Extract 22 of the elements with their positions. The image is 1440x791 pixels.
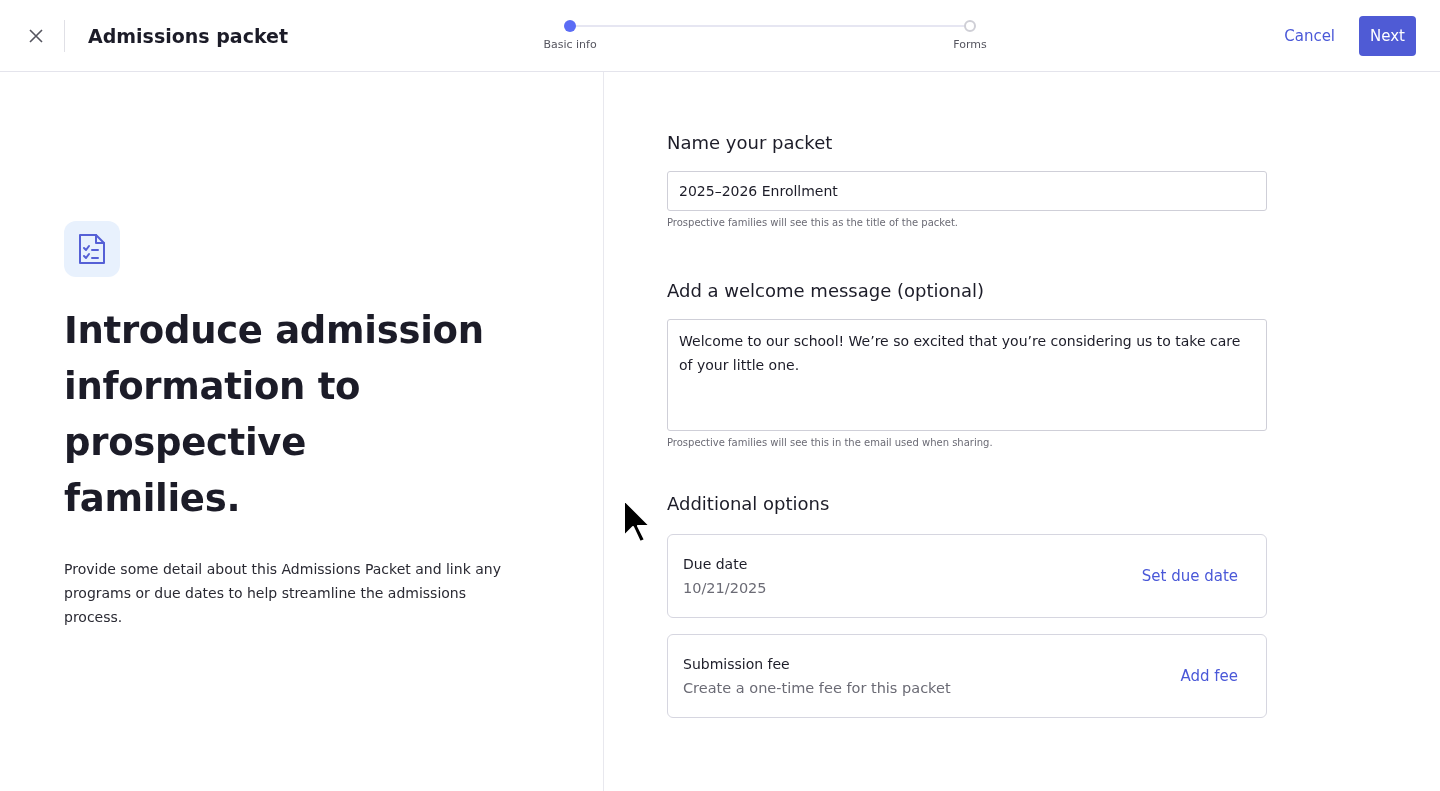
next-button[interactable]: Next bbox=[1359, 15, 1416, 56]
option-action-link[interactable]: Add fee bbox=[1180, 667, 1238, 685]
packet-name-field[interactable]: 2025–2026 Enrollment bbox=[667, 171, 1267, 211]
checklist-document-icon bbox=[78, 233, 106, 265]
close-icon bbox=[29, 28, 43, 43]
intro-text: Provide some detail about this Admissions Packet and link any programs or due dates to help streamline the admissions process. bbox=[64, 560, 502, 627]
section-title: Additional options bbox=[667, 493, 831, 514]
cancel-button[interactable]: Cancel bbox=[1284, 26, 1336, 45]
step-label[interactable]: Basic info bbox=[543, 38, 597, 51]
option-detail: Create a one-time fee for this packet bbox=[683, 680, 951, 696]
welcome-message-field[interactable]: Welcome to our school! We’re so excited that you’re considering us to take care of your little one. bbox=[667, 319, 1267, 431]
option-label: Due date bbox=[683, 556, 749, 572]
page-title: Admissions packet bbox=[88, 24, 289, 47]
option-action-link[interactable]: Set due date bbox=[1141, 567, 1238, 585]
intro-heading: Introduce admission information to prospective families. bbox=[64, 308, 484, 522]
option-detail: 10/21/2025 bbox=[683, 580, 767, 596]
section-title: Name your packet bbox=[667, 132, 834, 153]
field-hint: Prospective families will see this as the title of the packet. bbox=[667, 217, 959, 228]
step-label[interactable]: Forms bbox=[953, 38, 987, 51]
section-title: Add a welcome message (optional) bbox=[667, 280, 985, 301]
field-hint: Prospective families will see this in the email used when sharing. bbox=[667, 437, 994, 448]
option-label: Submission fee bbox=[683, 656, 791, 672]
